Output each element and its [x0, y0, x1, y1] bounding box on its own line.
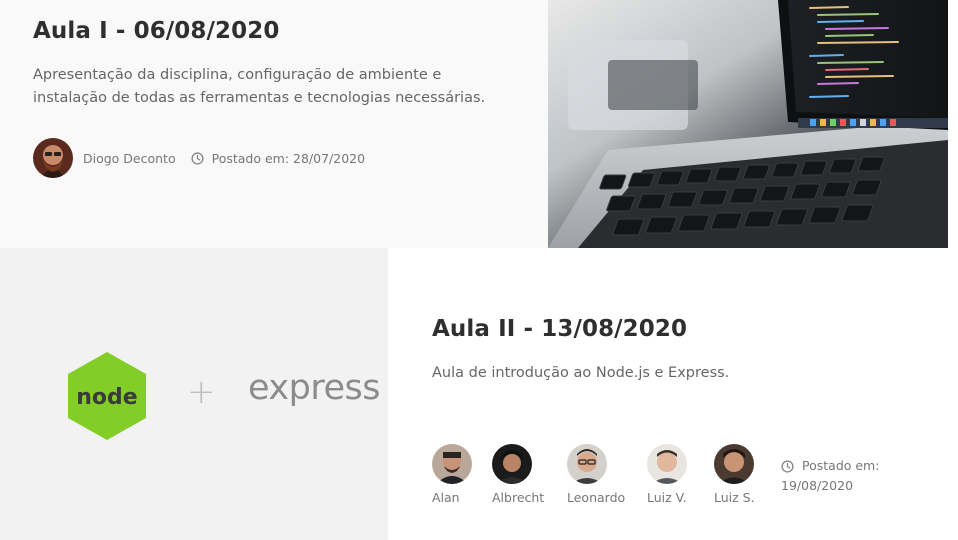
- author-albrecht[interactable]: Albrecht: [492, 444, 544, 505]
- avatar[interactable]: [33, 138, 73, 178]
- author-name[interactable]: Luiz V.: [647, 490, 687, 505]
- node-logo: node: [68, 352, 146, 440]
- express-logo-text: express: [248, 368, 380, 408]
- post-description-line: instalação de todas as ferramentas e tec…: [33, 90, 486, 106]
- author-leonardo[interactable]: Leonardo: [567, 444, 625, 505]
- avatar[interactable]: [492, 444, 532, 484]
- post-image-laptop[interactable]: [548, 0, 948, 248]
- post-title[interactable]: Aula II - 13/08/2020: [432, 316, 687, 342]
- author-name[interactable]: Luiz S.: [714, 490, 755, 505]
- post-date-label: Postado em:: [802, 458, 880, 473]
- post-date-text: Postado em: 28/07/2020: [211, 150, 366, 166]
- plus-sign: +: [187, 372, 216, 412]
- author-name[interactable]: Leonardo: [567, 490, 625, 505]
- avatar[interactable]: [432, 444, 472, 484]
- post-date: Postado em: 19/08/2020: [781, 456, 879, 496]
- author-name[interactable]: Albrecht: [492, 490, 544, 505]
- post-description: Apresentação da disciplina, configuração…: [33, 64, 533, 110]
- node-logo-text: node: [76, 385, 137, 410]
- avatar[interactable]: [714, 444, 754, 484]
- author-luiz-s[interactable]: Luiz S.: [714, 444, 755, 505]
- post-date: Postado em: 28/07/2020: [191, 151, 365, 166]
- author-name[interactable]: Diogo Deconto: [83, 151, 176, 166]
- post-image-node-express[interactable]: node + express: [0, 248, 388, 540]
- author-alan[interactable]: Alan: [432, 444, 472, 505]
- clock-icon: [781, 459, 794, 473]
- post-description: Aula de introdução ao Node.js e Express.: [432, 365, 730, 381]
- post-card-aula-2[interactable]: node + express Aula II - 13/08/2020 Aula…: [0, 248, 958, 540]
- avatar[interactable]: [647, 444, 687, 484]
- clock-icon: [191, 151, 204, 165]
- post-description-line: Apresentação da disciplina, configuração…: [33, 67, 442, 83]
- avatar[interactable]: [567, 444, 607, 484]
- post-card-body: Aula II - 13/08/2020 Aula de introdução …: [388, 248, 958, 540]
- post-card-body: Aula I - 06/08/2020 Apresentação da disc…: [0, 0, 548, 248]
- post-date-value: 19/08/2020: [781, 478, 854, 493]
- author-luiz-v[interactable]: Luiz V.: [647, 444, 687, 505]
- post-card-aula-1[interactable]: Aula I - 06/08/2020 Apresentação da disc…: [0, 0, 958, 248]
- post-meta: Diogo Deconto Postado em: 28/07/2020: [33, 138, 365, 178]
- post-title[interactable]: Aula I - 06/08/2020: [33, 18, 279, 44]
- author-name[interactable]: Alan: [432, 490, 460, 505]
